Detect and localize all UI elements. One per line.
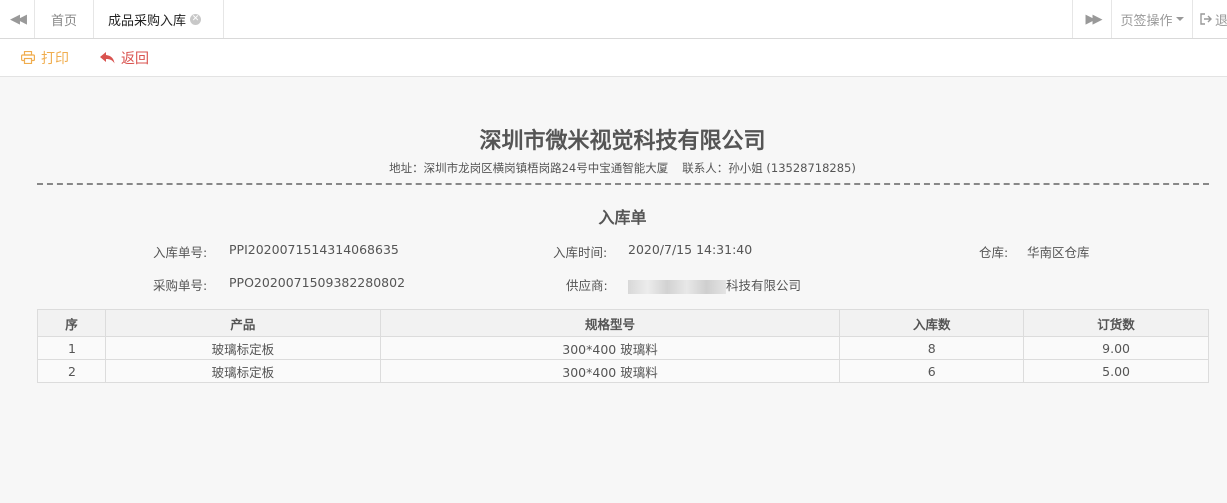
cell-inbound-qty: 8 [839,336,1025,360]
sign-out-icon [1200,13,1212,25]
supplier-value: 科技有限公司 [628,275,801,294]
printer-icon [21,51,35,64]
company-address: 地址：深圳市龙岗区横岗镇梧岗路24号中宝通智能大厦 [389,161,669,175]
column-header-inbound-qty: 入库数 [839,309,1025,337]
inbound-time-value: 2020/7/15 14:31:40 [628,242,753,257]
back-label: 返回 [121,50,149,67]
print-label: 打印 [41,50,69,67]
company-contact: 联系人：孙小姐 (13528718285) [682,161,856,175]
inbound-time-label: 入库时间: [553,245,608,260]
exit-label: 退 [1215,13,1227,29]
document-title: 入库单 [598,208,647,227]
exit-button[interactable]: 退 [1192,0,1227,38]
toolbar: 打印 返回 [0,39,1227,77]
tab-inbound-label: 成品采购入库 [108,13,187,29]
cell-product: 玻璃标定板 [104,359,381,383]
purchase-no-value: PPO2020071509382280802 [229,275,406,290]
cell-index: 1 [37,336,106,360]
company-address-line: 地址：深圳市龙岗区横岗镇梧岗路24号中宝通智能大厦 联系人：孙小姐 (135287… [0,160,1227,176]
double-chevron-left-icon: ◀◀ [10,11,27,27]
double-chevron-right-icon: ▶▶ [1085,11,1103,27]
tab-scroll-right-button[interactable]: ▶▶ [1072,0,1112,38]
company-name: 深圳市微米视觉科技有限公司 [479,129,766,154]
tab-inbound[interactable]: 成品采购入库 ✕ [94,0,224,38]
purchase-no-label: 采购单号: [153,278,208,293]
tab-scroll-left-button[interactable]: ◀◀ [0,0,35,38]
cell-product: 玻璃标定板 [104,336,381,360]
tab-bar: ◀◀ 首页 成品采购入库 ✕ ▶▶ 页签操作 退 [0,0,1227,39]
redacted-block [628,279,726,294]
table-header-row: 序 产品 规格型号 入库数 订货数 [37,309,1209,337]
tab-home[interactable]: 首页 [35,0,94,38]
column-header-spec: 规格型号 [379,309,841,337]
inbound-no-value: PPI2020071514314068635 [229,242,399,257]
caret-down-icon [1175,17,1184,21]
column-header-product: 产品 [104,309,381,337]
table-row: 1 玻璃标定板 300*400 玻璃料 8 9.00 [37,336,1209,360]
items-table: 序 产品 规格型号 入库数 订货数 1 玻璃标定板 300*400 玻璃料 8 … [37,309,1209,383]
tab-home-label: 首页 [50,13,77,29]
cell-spec: 300*400 玻璃料 [379,359,841,383]
print-button[interactable]: 打印 [21,39,69,76]
table-row: 2 玻璃标定板 300*400 玻璃料 6 5.00 [37,359,1209,383]
page-ops-dropdown[interactable]: 页签操作 [1111,0,1193,38]
column-header-index: 序 [37,309,106,337]
page-ops-label: 页签操作 [1120,13,1173,29]
inbound-no-label: 入库单号: [153,245,208,260]
warehouse-label: 仓库: [979,245,1009,260]
supplier-label: 供应商: [566,278,608,293]
column-header-order-qty: 订货数 [1023,309,1209,337]
back-button[interactable]: 返回 [100,39,149,76]
cell-inbound-qty: 6 [839,359,1025,383]
dashed-divider [37,183,1209,185]
cell-index: 2 [37,359,106,383]
warehouse-value: 华南区仓库 [1027,245,1090,260]
reply-arrow-icon [100,51,115,63]
close-icon[interactable]: ✕ [190,13,202,25]
cell-spec: 300*400 玻璃料 [379,336,841,360]
cell-order-qty: 5.00 [1023,359,1209,383]
supplier-visible-text: 科技有限公司 [726,278,802,293]
cell-order-qty: 9.00 [1023,336,1209,360]
